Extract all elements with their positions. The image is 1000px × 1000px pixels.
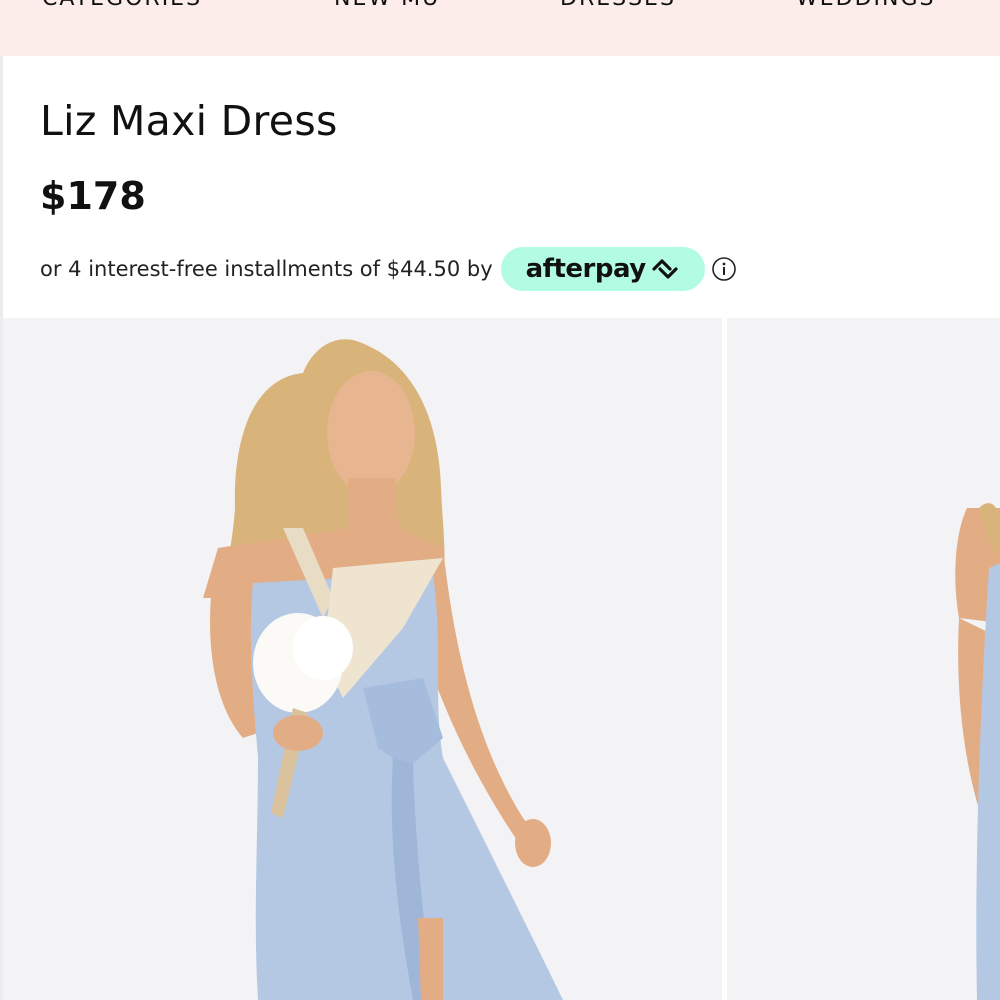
model-photo-next (727, 318, 1000, 1000)
product-price: $178 (40, 174, 146, 218)
model-photo-main (3, 318, 722, 1000)
nav-item-dresses[interactable]: DRESSES (560, 0, 676, 11)
afterpay-arrows-icon (652, 259, 678, 279)
nav-item-new[interactable]: NEW MU (334, 0, 440, 11)
info-circle-icon[interactable] (711, 256, 737, 282)
product-image-main[interactable] (3, 318, 722, 1000)
nav-item-categories[interactable]: CATEGORIES (42, 0, 202, 11)
installment-row: or 4 interest-free installments of $44.5… (40, 246, 737, 292)
product-image-next[interactable] (727, 318, 1000, 1000)
afterpay-badge[interactable]: afterpay (500, 247, 705, 291)
product-title: Liz Maxi Dress (40, 97, 338, 145)
installment-text: or 4 interest-free installments of $44.5… (40, 257, 493, 281)
afterpay-label: afterpay (525, 254, 647, 284)
top-nav: CATEGORIES NEW MU DRESSES WEDDINGS (0, 0, 1000, 56)
nav-item-weddings[interactable]: WEDDINGS (796, 0, 936, 11)
